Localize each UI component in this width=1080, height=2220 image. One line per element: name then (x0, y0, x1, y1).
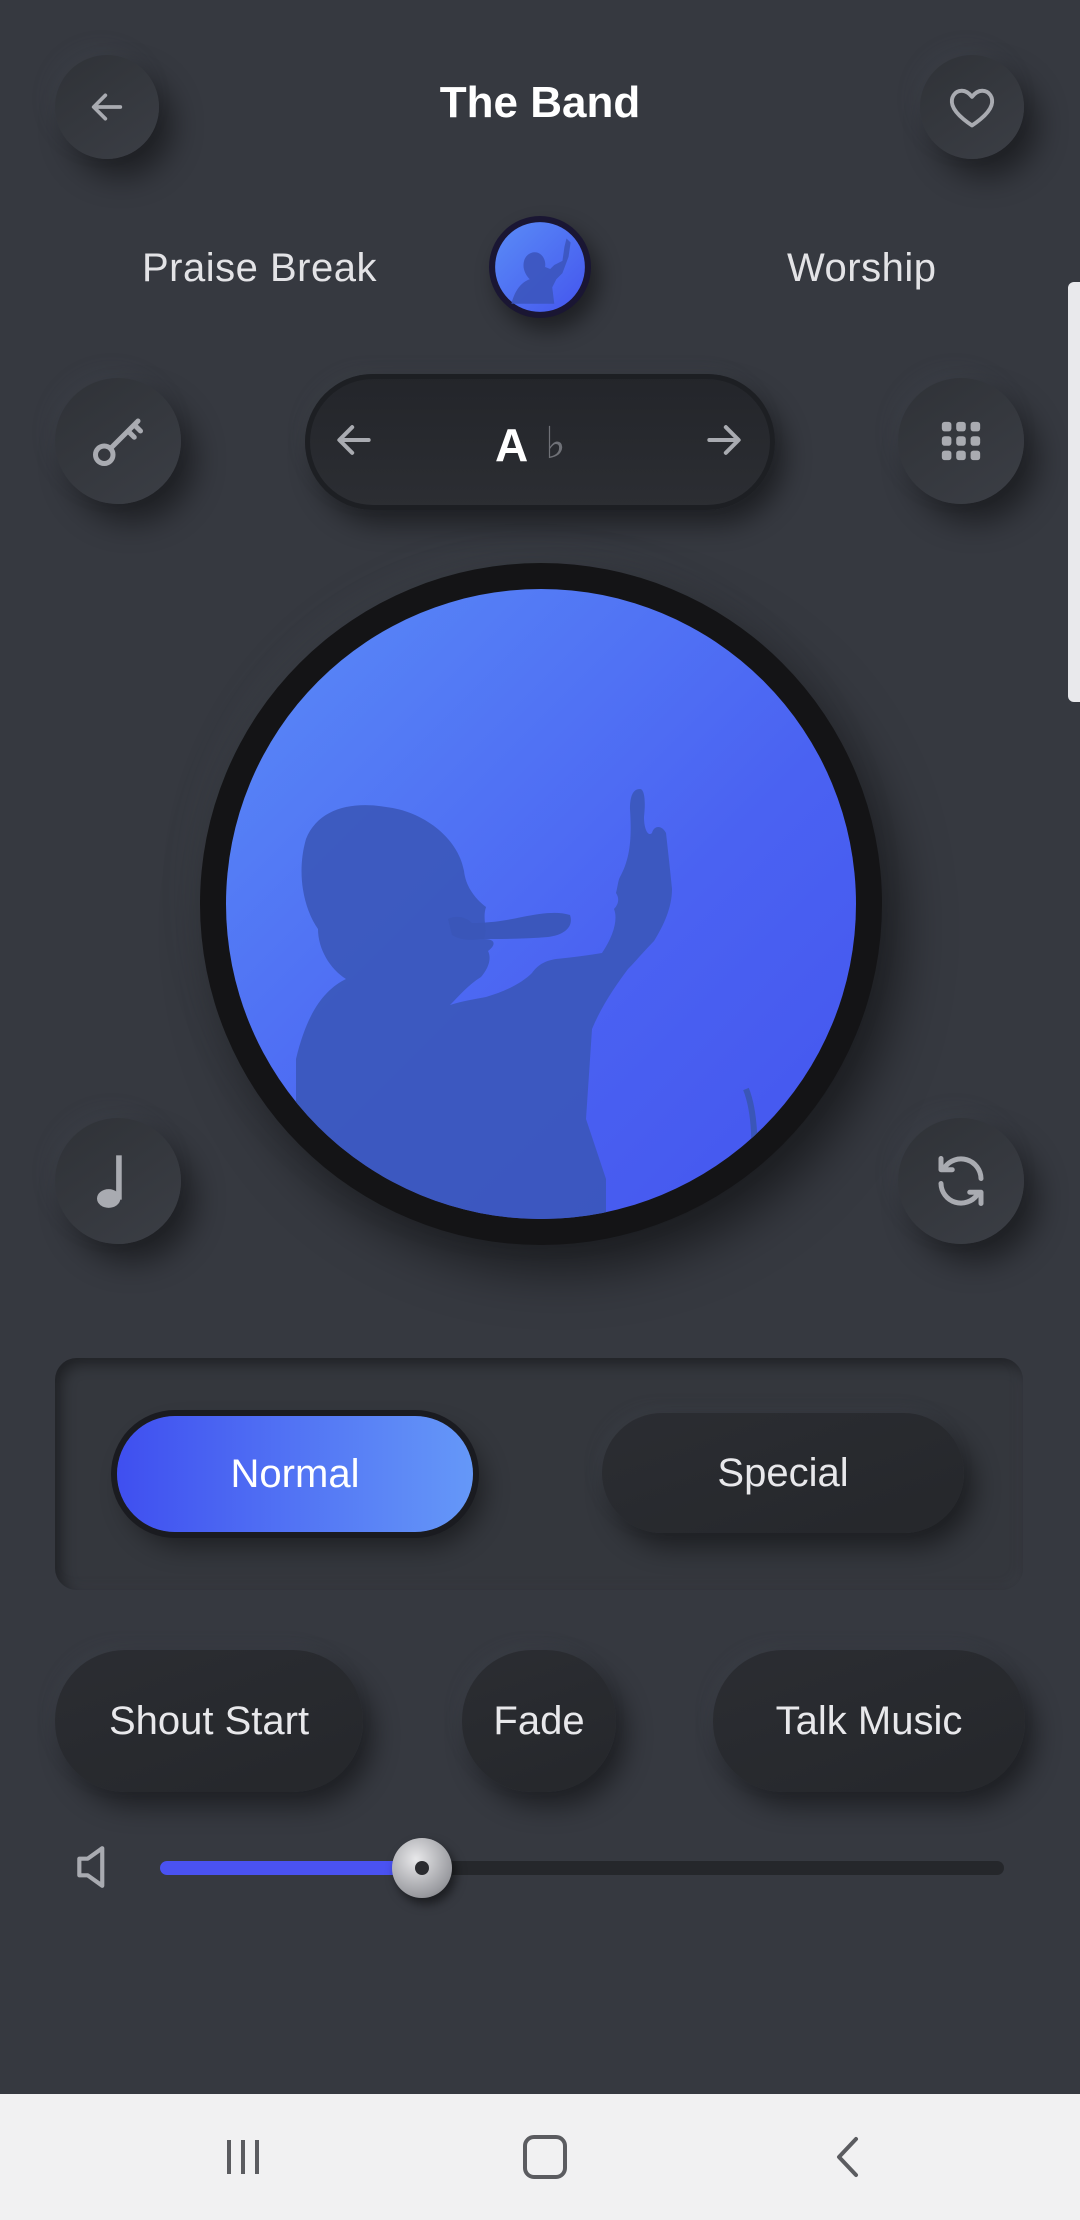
singer-thumbnail-image (495, 222, 585, 312)
key-button[interactable] (55, 378, 181, 504)
key-prev-button[interactable] (332, 418, 380, 466)
favorite-button[interactable] (920, 55, 1024, 159)
grid-button[interactable] (898, 378, 1024, 504)
fade-button[interactable]: Fade (462, 1650, 616, 1792)
recents-button[interactable] (218, 2134, 268, 2180)
style-option-worship[interactable]: Worship (787, 246, 936, 291)
note-button[interactable] (55, 1118, 181, 1244)
page-title: The Band (439, 78, 641, 127)
shout-start-button[interactable]: Shout Start (55, 1650, 363, 1792)
system-back-button[interactable] (826, 2134, 872, 2180)
home-icon (523, 2135, 567, 2179)
key-accidental: ♭ (545, 419, 566, 468)
key-next-button[interactable] (702, 418, 750, 466)
volume-slider-thumb[interactable] (391, 1838, 452, 1898)
mode-normal-button[interactable]: Normal (117, 1416, 473, 1532)
grid-icon (941, 421, 981, 461)
arrow-left-icon (337, 425, 371, 455)
home-button[interactable] (520, 2134, 570, 2180)
style-thumbnail[interactable] (489, 216, 591, 318)
repeat-button[interactable] (898, 1118, 1024, 1244)
recents-icon (227, 2140, 259, 2174)
key-letter: A (495, 419, 529, 471)
repeat-icon (938, 1156, 984, 1206)
music-note-icon (97, 1155, 122, 1208)
style-option-praise-break[interactable]: Praise Break (142, 246, 377, 291)
heart-icon (949, 88, 995, 128)
singer-silhouette (296, 789, 758, 1219)
artwork-image[interactable] (226, 589, 856, 1219)
back-chevron-icon (837, 2137, 858, 2177)
side-scroll-handle[interactable] (1068, 282, 1080, 702)
mode-special-button[interactable]: Special (602, 1413, 964, 1533)
volume-slider-fill (160, 1861, 422, 1875)
volume-button[interactable] (74, 1842, 122, 1894)
arrow-right-icon (707, 425, 741, 455)
slider-thumb-dot (414, 1861, 429, 1875)
key-icon (93, 418, 143, 466)
talk-music-button[interactable]: Talk Music (713, 1650, 1025, 1792)
speaker-icon (77, 1846, 105, 1888)
